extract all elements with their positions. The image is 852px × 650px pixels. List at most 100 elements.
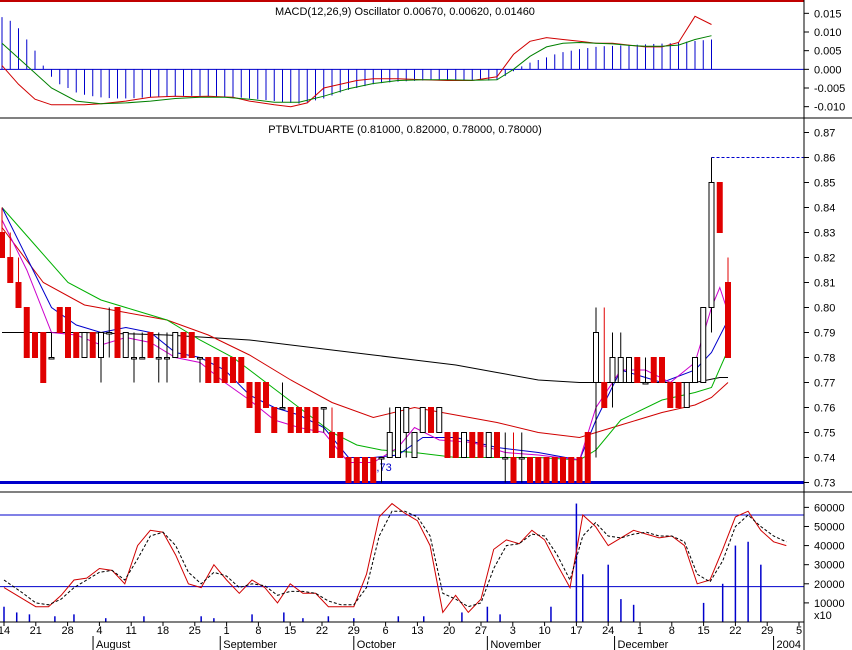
month-label: November (490, 639, 541, 650)
candle (568, 457, 575, 483)
y-tick-label: 0.005 (814, 46, 842, 58)
candle (477, 432, 484, 458)
x-tick-label: 10 (538, 625, 550, 637)
candle (23, 307, 30, 358)
y-tick-label: 0.84 (814, 203, 835, 215)
x-tick-label: 24 (602, 625, 614, 637)
candle (40, 332, 47, 383)
candle (626, 357, 632, 383)
candle (98, 332, 104, 358)
candle (444, 432, 451, 458)
candle (518, 457, 525, 460)
x-tick-label: 1 (637, 625, 643, 637)
macd-title: MACD(12,26,9) Oscillator 0.00670, 0.0062… (275, 6, 535, 18)
candle (527, 457, 533, 483)
x-tick-label: 3 (510, 625, 516, 637)
candle (510, 457, 517, 483)
candle (32, 332, 38, 358)
candle (716, 182, 723, 233)
candle (436, 407, 443, 433)
candle (584, 432, 591, 483)
candle (296, 407, 302, 433)
x-tick-label: 17 (570, 625, 582, 637)
y-tick-label: 0.86 (814, 153, 835, 165)
x-tick-label: 29 (348, 625, 360, 637)
candle (469, 432, 476, 458)
x-tick-label: 15 (697, 625, 709, 637)
candle (197, 357, 203, 360)
candle (353, 457, 360, 483)
y-tick-label: 0.79 (814, 328, 835, 340)
x-tick-label: 6 (383, 625, 389, 637)
candle (428, 407, 434, 433)
candle (378, 457, 385, 460)
candle (106, 332, 113, 335)
x-tick-label: 11 (125, 625, 136, 637)
y-tick-label: 0.010 (814, 27, 842, 39)
candle (164, 357, 170, 360)
candle (89, 332, 96, 358)
candle (238, 357, 245, 383)
y-tick-label: 0.73 (814, 478, 835, 490)
candle (65, 307, 71, 358)
x-tick-label: 5 (796, 625, 802, 637)
candle (683, 382, 690, 408)
candle (0, 232, 5, 258)
x-tick-label: 21 (30, 625, 42, 637)
y-tick-label: 40000 (814, 541, 845, 553)
y-tick-label: 60000 (814, 502, 845, 514)
candle (81, 332, 88, 358)
candle (172, 332, 179, 358)
candle (403, 407, 410, 433)
candle (73, 332, 80, 358)
x-tick-label: 29 (761, 625, 773, 637)
unit-label: x10 (814, 610, 832, 622)
month-label: December (618, 639, 669, 650)
x-tick-label: 25 (189, 625, 201, 637)
y-tick-label: -0.010 (814, 102, 845, 114)
x-tick-label: 1 (224, 625, 230, 637)
candle (708, 182, 715, 308)
x-tick-label: 20 (443, 625, 455, 637)
y-tick-label: 20000 (814, 579, 845, 591)
candle (329, 432, 335, 458)
candle (147, 332, 154, 358)
y-tick-label: 50000 (814, 521, 845, 533)
candle (560, 457, 566, 483)
candle (114, 307, 121, 358)
candle (535, 457, 542, 483)
candle (213, 357, 220, 383)
chart-background (0, 0, 852, 650)
candle (180, 332, 187, 358)
x-tick-label: 13 (411, 625, 423, 637)
candle (386, 432, 393, 458)
candle (131, 357, 137, 360)
month-label: August (96, 639, 130, 650)
candle (395, 407, 401, 458)
candle (601, 382, 608, 408)
candle (692, 357, 698, 383)
candle (725, 282, 731, 358)
x-tick-label: 22 (729, 625, 741, 637)
candle (246, 382, 253, 408)
candle (452, 432, 459, 458)
month-label: September (223, 639, 277, 650)
y-tick-label: 0.82 (814, 253, 835, 265)
stock-chart: MACD(12,26,9) Oscillator 0.00670, 0.0062… (0, 0, 852, 650)
candle (609, 357, 616, 383)
candle (271, 407, 278, 433)
candle (230, 357, 236, 383)
candle (700, 307, 707, 383)
y-tick-label: 0.77 (814, 378, 835, 390)
candle (642, 382, 649, 385)
candle (419, 407, 426, 433)
candle (254, 382, 261, 433)
candle (312, 407, 319, 433)
y-tick-label: -0.005 (814, 83, 845, 95)
candle (7, 257, 14, 283)
candle (155, 357, 162, 360)
y-tick-label: 0.78 (814, 353, 835, 365)
candle (411, 432, 418, 458)
y-tick-label: 0.80 (814, 303, 835, 315)
y-tick-label: 0.81 (814, 278, 835, 290)
